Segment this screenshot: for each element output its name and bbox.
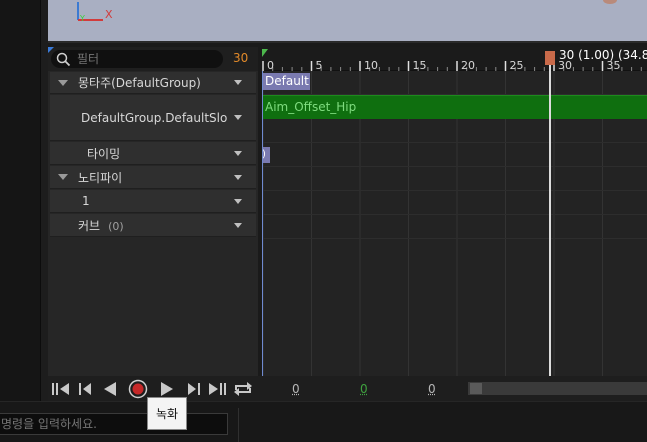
panel-splitter[interactable] [41, 0, 48, 401]
lane-curve [262, 215, 647, 239]
track-row-slot[interactable]: DefaultGroup.DefaultSlo [50, 95, 256, 141]
track-panel: 30 몽타주(DefaultGroup) DefaultGroup.Defaul… [48, 47, 258, 376]
start-line [262, 71, 263, 376]
step-back-icon [77, 381, 93, 397]
skip-start-icon [51, 381, 71, 397]
end-frame-field[interactable]: 0 [428, 382, 436, 396]
step-forward-icon [186, 381, 202, 397]
timeline-scrollbar-thumb[interactable] [470, 383, 482, 394]
chevron-down-icon[interactable] [234, 175, 242, 180]
step-back-button[interactable] [74, 379, 96, 399]
console-divider [238, 408, 239, 442]
chevron-down-icon[interactable] [234, 223, 242, 228]
playhead-line[interactable] [549, 51, 551, 376]
playhead-handle[interactable] [545, 51, 555, 65]
console-bar [0, 401, 647, 442]
track-label-montage: 몽타주(DefaultGroup) [78, 74, 201, 91]
record-tooltip: 녹화 [147, 397, 187, 430]
chevron-down-icon[interactable] [234, 115, 242, 120]
record-icon [128, 379, 148, 399]
track-label-slot: DefaultGroup.DefaultSlo [81, 111, 227, 125]
montage-section-label[interactable]: Default [262, 73, 310, 90]
console-command-input[interactable] [0, 413, 228, 435]
chevron-down-icon[interactable] [234, 199, 242, 204]
record-button[interactable] [127, 379, 149, 399]
start-frame-field[interactable]: 0 [292, 382, 300, 396]
editor-window: X Y 30 몽타주(DefaultGroup) DefaultGroup.De… [0, 0, 647, 442]
skip-end-icon [207, 381, 227, 397]
search-input[interactable] [71, 52, 211, 66]
timing-marker[interactable]: ) [262, 147, 270, 163]
track-row-notify-1[interactable]: 1 [50, 190, 256, 213]
curve-label: 커브 [78, 219, 100, 233]
lane-montage [262, 71, 647, 95]
lane-notify-1 [262, 191, 647, 215]
search-icon [56, 52, 71, 67]
timeline-scrollbar[interactable] [468, 382, 647, 395]
animation-segment[interactable]: Aim_Offset_Hip [262, 95, 647, 119]
playhead-label: 30 (1.00) (34.889 [559, 48, 647, 62]
play-icon [159, 381, 175, 397]
track-row-timing[interactable]: 타이밍 [50, 142, 256, 165]
loop-icon [233, 381, 253, 397]
frame-count: 30 [233, 51, 248, 65]
loop-button[interactable] [232, 379, 254, 399]
track-label-notify-1: 1 [82, 194, 90, 208]
play-reverse-button[interactable] [99, 379, 121, 399]
preview-mesh [603, 0, 617, 4]
track-label-timing: 타이밍 [87, 145, 120, 162]
start-marker-icon [262, 49, 268, 57]
search-box[interactable] [51, 50, 223, 68]
expand-arrow-icon[interactable] [58, 80, 68, 86]
play-forward-button[interactable] [156, 379, 178, 399]
search-row: 30 [48, 47, 258, 71]
track-label-notify: 노티파이 [78, 169, 122, 186]
lane-timing [262, 143, 647, 167]
lane-slot-empty [262, 119, 647, 143]
expand-arrow-icon[interactable] [58, 174, 68, 180]
step-forward-button[interactable] [183, 379, 205, 399]
lane-notify [262, 167, 647, 191]
track-row-notify[interactable]: 노티파이 [50, 166, 256, 189]
track-row-montage[interactable]: 몽타주(DefaultGroup) [50, 72, 256, 94]
curve-count: (0) [108, 220, 124, 233]
play-reverse-icon [102, 381, 118, 397]
current-frame-field[interactable]: 0 [360, 382, 368, 396]
axis-y-label: Y [79, 14, 85, 23]
preview-viewport[interactable]: X Y [48, 0, 647, 43]
chevron-down-icon[interactable] [234, 151, 242, 156]
timeline-panel[interactable]: 0 5 10 15 20 25 30 35 Default Aim_Offset_Hip ) … [262, 47, 647, 376]
axis-gizmo-icon: X Y [48, 0, 128, 43]
chevron-down-icon[interactable] [234, 80, 242, 85]
transport-bar: 0 0 0 [48, 376, 647, 401]
track-label-curve: 커브 (0) [78, 217, 124, 234]
go-to-start-button[interactable] [50, 379, 72, 399]
go-to-end-button[interactable] [206, 379, 228, 399]
axis-x-label: X [105, 8, 113, 21]
left-panel [0, 0, 41, 401]
track-row-curve[interactable]: 커브 (0) [50, 214, 256, 237]
